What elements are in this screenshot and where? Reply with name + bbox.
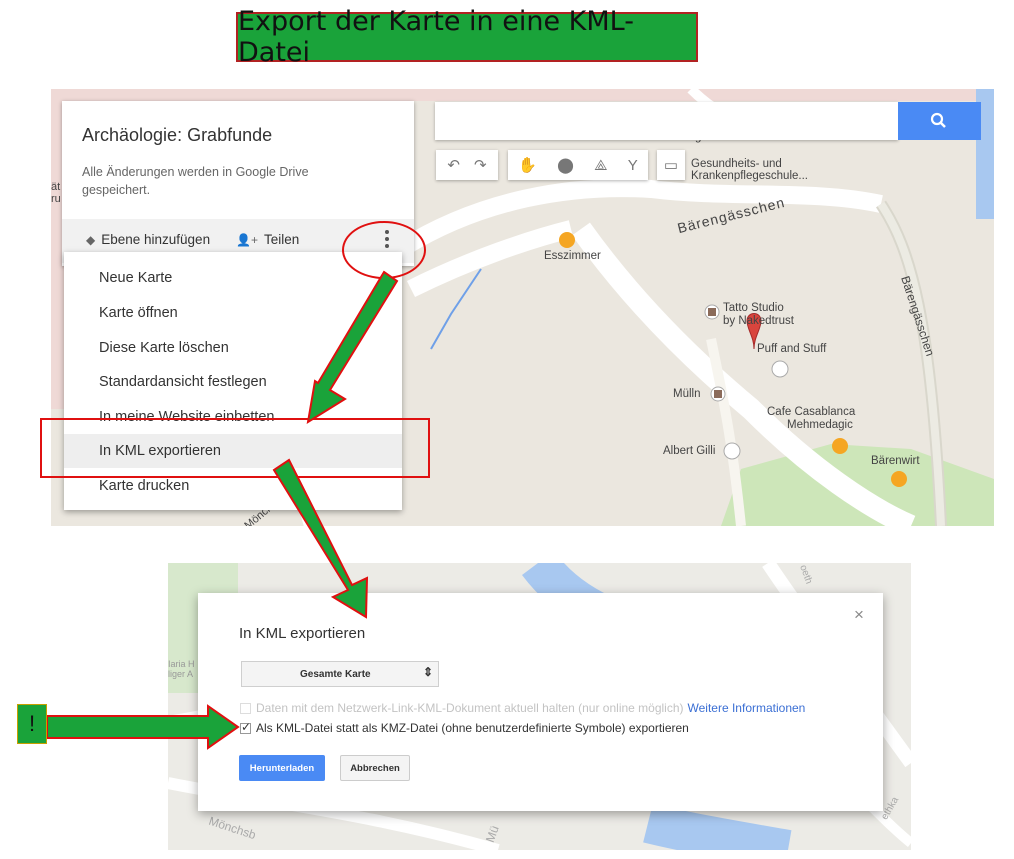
arrow-to-dialog	[272, 458, 369, 619]
exclamation-box: !	[17, 704, 47, 744]
annotation-arrows	[46, 270, 399, 750]
exclamation-mark: !	[28, 711, 36, 736]
arrow-to-checkbox	[46, 704, 240, 750]
arrow-to-export-item	[306, 270, 399, 425]
